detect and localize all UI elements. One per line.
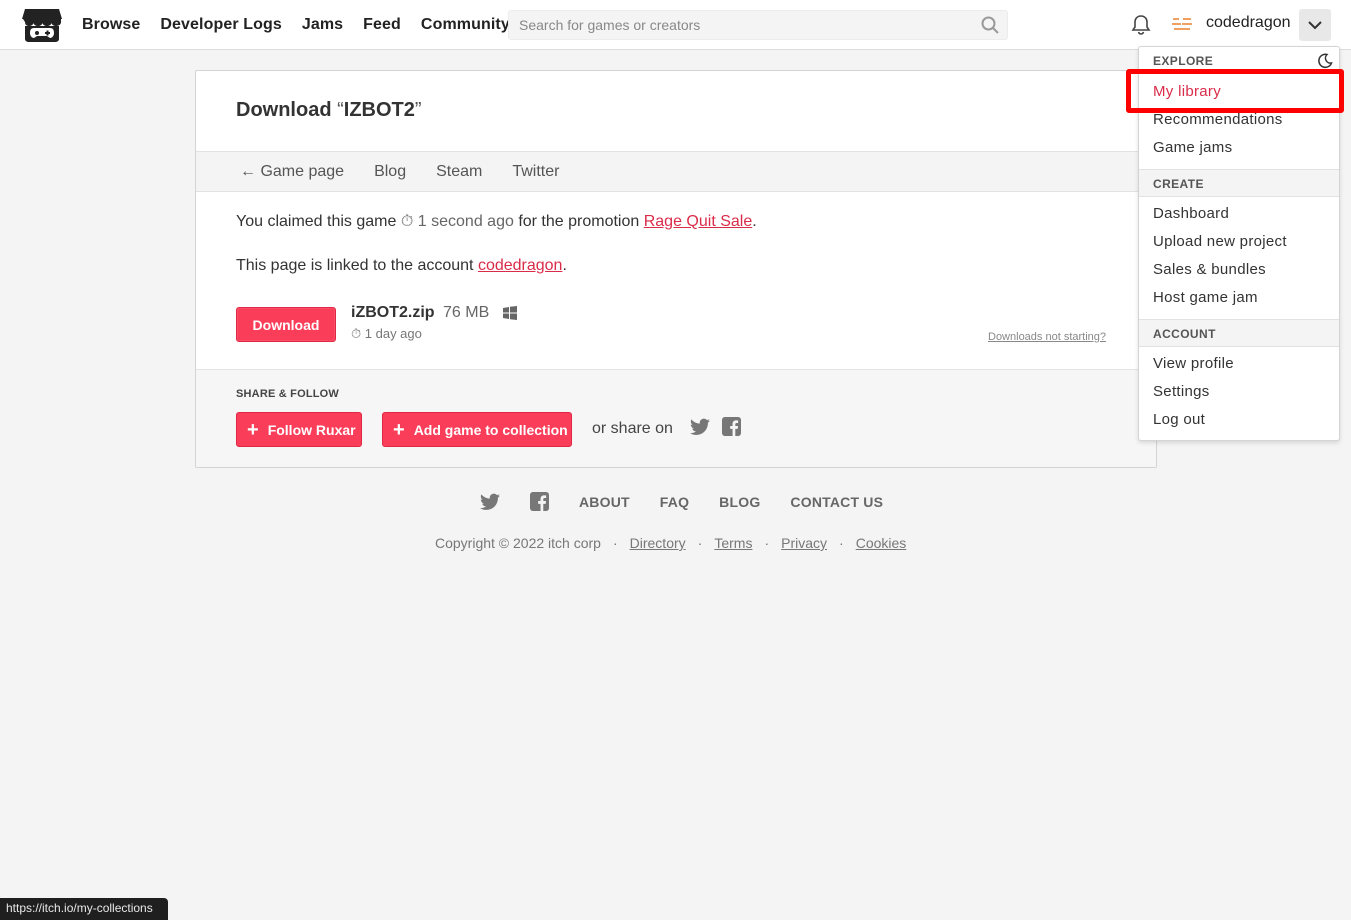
share-follow-section: SHARE & FOLLOW + Follow Ruxar + Add game… xyxy=(196,369,1156,467)
claim-text: You claimed this game xyxy=(236,213,397,230)
notification-bell-icon[interactable] xyxy=(1130,14,1152,36)
user-menu-toggle[interactable] xyxy=(1299,9,1331,41)
account-heading: ACCOUNT xyxy=(1139,319,1339,347)
title-open-quote: “ xyxy=(337,99,344,121)
file-size: 76 MB xyxy=(443,304,490,321)
menu-settings[interactable]: Settings xyxy=(1153,383,1210,400)
username-label[interactable]: codedragon xyxy=(1206,14,1291,32)
footer-contact-link[interactable]: CONTACT US xyxy=(790,494,883,510)
steam-link[interactable]: Steam xyxy=(436,163,482,181)
blog-link[interactable]: Blog xyxy=(374,163,406,181)
facebook-icon[interactable] xyxy=(722,417,741,436)
terms-link[interactable]: Terms xyxy=(714,535,752,551)
stopwatch-icon: ⏱ xyxy=(351,326,362,341)
menu-view-profile[interactable]: View profile xyxy=(1153,355,1234,372)
separator: · xyxy=(764,535,770,551)
search-input[interactable] xyxy=(509,11,969,39)
linked-account-link[interactable]: codedragon xyxy=(478,257,563,274)
file-age: ⏱ 1 day ago xyxy=(351,326,422,342)
menu-sales-bundles[interactable]: Sales & bundles xyxy=(1153,261,1266,278)
promotion-link[interactable]: Rage Quit Sale xyxy=(644,213,753,230)
title-prefix: Download xyxy=(236,99,338,121)
linked-text: This page is linked to the account xyxy=(236,257,474,274)
file-name: iZBOT2.zip xyxy=(351,304,435,321)
game-subnav: ← Game page Blog Steam Twitter xyxy=(196,151,1156,192)
collection-label: Add game to collection xyxy=(413,421,568,438)
twitter-link[interactable]: Twitter xyxy=(512,163,559,181)
top-header: Browse Developer Logs Jams Feed Communit… xyxy=(0,0,1351,50)
stopwatch-icon: ⏱ xyxy=(400,213,414,230)
footer-twitter-icon[interactable] xyxy=(480,493,500,511)
follow-label: Follow Ruxar xyxy=(267,421,356,438)
chevron-down-icon xyxy=(1308,21,1322,30)
download-button[interactable]: Download xyxy=(236,307,336,342)
claim-info: You claimed this game ⏱ 1 second ago for… xyxy=(236,213,757,231)
menu-recommendations[interactable]: Recommendations xyxy=(1153,111,1283,128)
separator: · xyxy=(697,535,703,551)
windows-icon xyxy=(503,306,517,320)
game-name: IZBOT2 xyxy=(343,99,415,121)
search-icon[interactable] xyxy=(981,16,999,34)
dark-mode-moon-icon[interactable] xyxy=(1317,53,1333,69)
footer-faq-link[interactable]: FAQ xyxy=(660,494,689,510)
privacy-link[interactable]: Privacy xyxy=(781,535,827,551)
share-follow-heading: SHARE & FOLLOW xyxy=(236,388,340,400)
nav-developer-logs[interactable]: Developer Logs xyxy=(160,16,281,34)
search-bar xyxy=(508,10,1008,40)
separator: · xyxy=(839,535,844,551)
plus-icon: + xyxy=(247,418,259,441)
menu-dashboard[interactable]: Dashboard xyxy=(1153,205,1229,222)
menu-log-out[interactable]: Log out xyxy=(1153,411,1205,428)
file-age-text: 1 day ago xyxy=(364,326,422,341)
copyright-line: Copyright © 2022 itch corp · Directory ·… xyxy=(435,535,906,551)
footer-links: ABOUT FAQ BLOG CONTACT US xyxy=(579,494,913,510)
copyright-text: Copyright © 2022 itch corp xyxy=(435,535,601,551)
menu-game-jams[interactable]: Game jams xyxy=(1153,139,1232,156)
nav-browse[interactable]: Browse xyxy=(82,16,140,34)
twitter-icon[interactable] xyxy=(690,418,710,436)
avatar[interactable] xyxy=(1168,12,1196,36)
footer-facebook-icon[interactable] xyxy=(530,492,549,511)
download-card: Download “IZBOT2” ← Game page Blog Steam… xyxy=(195,70,1157,468)
title-close-quote: ” xyxy=(414,99,422,121)
main-nav: Browse Developer Logs Jams Feed Communit… xyxy=(72,0,520,50)
plus-icon: + xyxy=(393,418,405,441)
directory-link[interactable]: Directory xyxy=(630,535,686,551)
menu-upload-new-project[interactable]: Upload new project xyxy=(1153,233,1287,250)
claim-time: 1 second ago xyxy=(417,213,514,230)
nav-jams[interactable]: Jams xyxy=(302,16,343,34)
linked-end: . xyxy=(562,257,567,274)
footer-about-link[interactable]: ABOUT xyxy=(579,494,630,510)
share-on-label: or share on xyxy=(592,420,673,437)
page-title: Download “IZBOT2” xyxy=(236,99,422,122)
create-heading: CREATE xyxy=(1139,169,1339,197)
footer-blog-link[interactable]: BLOG xyxy=(719,494,760,510)
itch-logo-icon[interactable] xyxy=(22,7,62,43)
claim-mid: for the promotion xyxy=(518,213,640,230)
separator: · xyxy=(612,535,618,551)
linked-account-info: This page is linked to the account coded… xyxy=(236,257,567,275)
add-to-collection-button[interactable]: + Add game to collection xyxy=(382,412,572,447)
downloads-not-starting-link[interactable]: Downloads not starting? xyxy=(988,331,1106,343)
status-bar-url: https://itch.io/my-collections xyxy=(0,898,168,920)
game-page-link[interactable]: ← Game page xyxy=(240,163,344,181)
cookies-link[interactable]: Cookies xyxy=(856,535,907,551)
highlight-box xyxy=(1126,69,1344,113)
nav-feed[interactable]: Feed xyxy=(363,16,401,34)
follow-button[interactable]: + Follow Ruxar xyxy=(236,412,362,447)
menu-host-game-jam[interactable]: Host game jam xyxy=(1153,289,1258,306)
nav-community[interactable]: Community xyxy=(421,16,510,34)
claim-end: . xyxy=(752,213,757,230)
